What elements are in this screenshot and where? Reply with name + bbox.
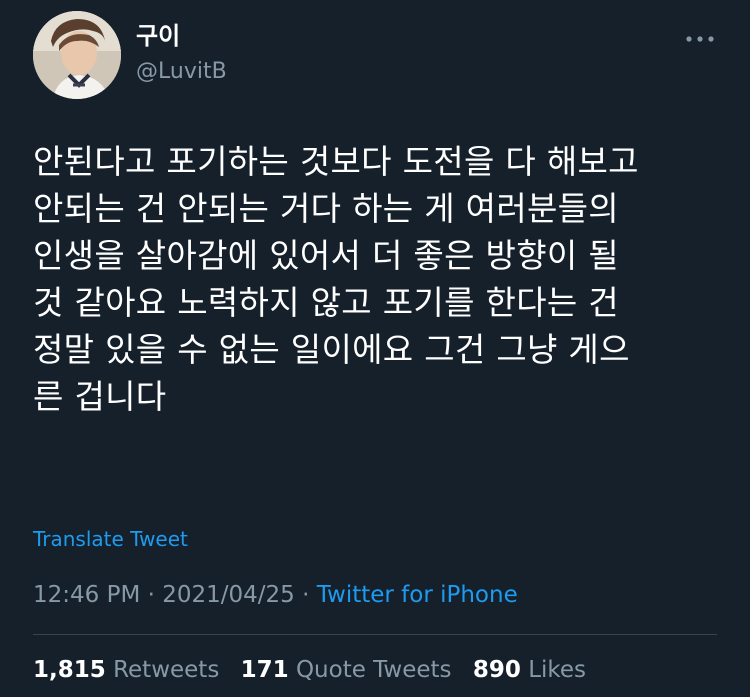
meta-separator: · (147, 582, 155, 608)
tweet-time[interactable]: 12:46 PM (33, 582, 140, 608)
tweet-text-line: 정말 있을 수 없는 일이에요 그건 그냥 게으 (33, 330, 630, 369)
translate-tweet-link[interactable]: Translate Tweet (33, 524, 188, 554)
avatar[interactable] (33, 11, 121, 99)
tweet-source-link[interactable]: Twitter for iPhone (317, 582, 518, 608)
divider (33, 634, 717, 635)
retweets-label: Retweets (113, 657, 220, 683)
quote-tweets-label: Quote Tweets (295, 657, 452, 683)
tweet-text-line: 것 같아요 노력하지 않고 포기를 한다는 건 (33, 283, 619, 322)
quote-tweets-count: 171 (240, 657, 289, 683)
user-handle[interactable]: @LuvitB (136, 58, 227, 86)
tweet-metadata: 12:46 PM · 2021/04/25 · Twitter for iPho… (33, 579, 518, 611)
more-horizontal-icon (686, 36, 714, 42)
more-options-button[interactable] (680, 26, 720, 52)
tweet-text-line: 안된다고 포기하는 것보다 도전을 다 해보고 (33, 142, 639, 181)
tweet-text-line: 인생을 살아감에 있어서 더 좋은 방향이 될 (33, 236, 619, 275)
retweets-count: 1,815 (33, 657, 106, 683)
tweet-date[interactable]: 2021/04/25 (162, 582, 295, 608)
retweets-stat[interactable]: 1,815 Retweets (33, 657, 227, 683)
display-name[interactable]: 구이 (136, 21, 180, 51)
meta-separator: · (302, 582, 310, 608)
likes-label: Likes (528, 657, 587, 683)
likes-count: 890 (472, 657, 521, 683)
avatar-photo (33, 11, 121, 99)
tweet-detail: 구이 @LuvitB 안된다고 포기하는 것보다 도전을 다 해보고 안되는 건… (0, 0, 750, 697)
tweet-text-line: 안되는 건 안되는 거다 하는 게 여러분들의 (33, 189, 619, 228)
quote-tweets-stat[interactable]: 171 Quote Tweets (241, 657, 459, 683)
tweet-text: 안된다고 포기하는 것보다 도전을 다 해보고 안되는 건 안되는 거다 하는 … (33, 138, 723, 420)
tweet-stats: 1,815 Retweets 171 Quote Tweets 890 Like… (33, 654, 600, 686)
likes-stat[interactable]: 890 Likes (473, 657, 586, 683)
tweet-text-line: 른 겁니다 (33, 377, 167, 416)
